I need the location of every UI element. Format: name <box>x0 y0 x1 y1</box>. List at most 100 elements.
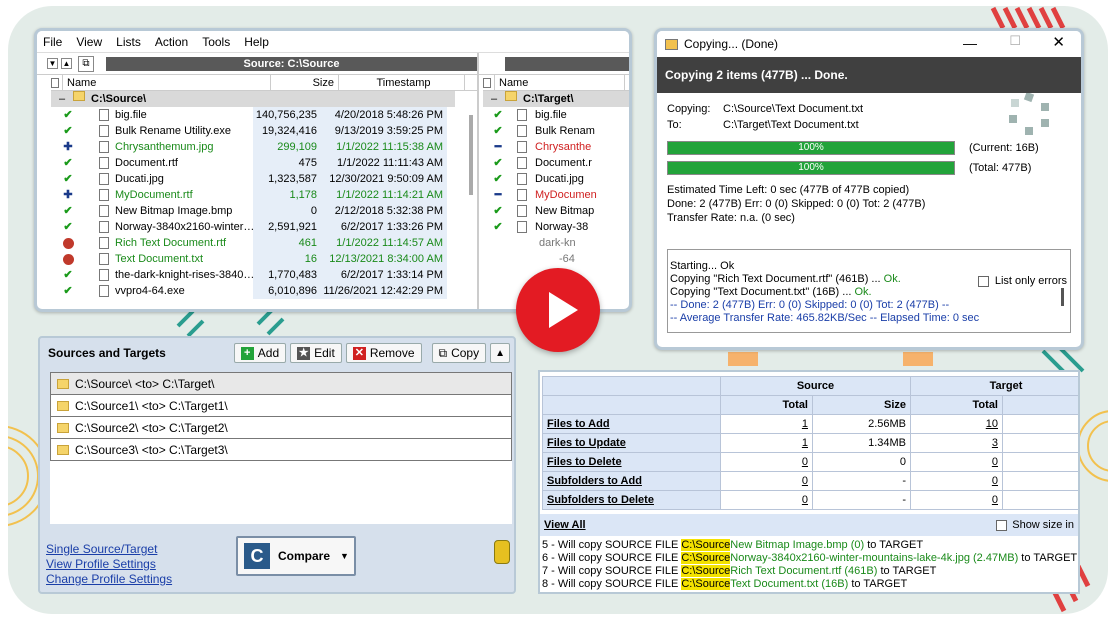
file-row[interactable]: ✔ big.file 140,756,235 4/20/2018 5:48:26 PM <box>37 107 477 123</box>
menu-action[interactable]: Action <box>155 35 188 49</box>
file-size: 1,178 <box>253 187 321 203</box>
target-extra-cell <box>1002 490 1078 510</box>
file-row[interactable]: ✔ vvpro4-64.exe 6,010,896 11/26/2021 12:42:… <box>37 283 477 299</box>
file-name: Document.rtf <box>115 157 178 169</box>
target-total-cell[interactable]: 0 <box>910 471 1003 491</box>
target-total-cell[interactable]: 0 <box>910 452 1003 472</box>
target-file-name: big.file <box>535 109 567 121</box>
log-prefix: 5 - Will copy SOURCE FILE <box>542 539 682 551</box>
column-timestamp[interactable]: Timestamp <box>339 75 465 90</box>
single-source-link[interactable]: Single Source/Target <box>46 542 172 557</box>
file-row[interactable]: ✚ MyDocument.rtf 1,178 1/1/2022 11:14:21 AM <box>37 187 477 203</box>
log-scrollbar[interactable] <box>1061 288 1064 306</box>
summary-row-label[interactable]: Files to Delete <box>542 452 721 472</box>
check-icon: ✔ <box>493 205 503 217</box>
file-row[interactable]: ✚ Chrysanthemum.jpg 299,109 1/1/2022 11:15:… <box>37 139 477 155</box>
summary-row-label[interactable]: Files to Update <box>542 433 721 453</box>
target-row-partial-last[interactable]: -64 <box>559 251 629 267</box>
close-icon[interactable]: ✕ <box>1052 33 1065 51</box>
edit-button[interactable]: ★ Edit <box>290 343 342 363</box>
root-folder-row[interactable]: – C:\Source\ <box>51 91 455 107</box>
menu-help[interactable]: Help <box>244 35 269 49</box>
collapse-icon[interactable]: – <box>483 91 505 107</box>
profile-item[interactable]: C:\Source3\ <to> C:\Target3\ <box>50 439 512 461</box>
maximize-icon[interactable]: ☐ <box>1009 33 1021 49</box>
target-file-row[interactable]: ✔ Bulk Renam <box>479 123 629 139</box>
target-file-name: Chrysanthe <box>535 141 592 153</box>
file-icon <box>51 78 59 89</box>
copy-log-line: -- Average Transfer Rate: 465.82KB/Sec -… <box>670 312 1066 325</box>
remove-button[interactable]: ✕ Remove <box>345 343 422 363</box>
collapse-panel-button[interactable]: ▲ <box>490 343 510 363</box>
to-value: C:\Target\Text Document.txt <box>723 119 859 131</box>
target-column-name[interactable]: Name <box>495 75 625 90</box>
file-icon <box>99 267 113 283</box>
profile-icon[interactable]: ⧉ <box>78 55 94 72</box>
copy-button[interactable]: ⧉ Copy <box>431 343 487 363</box>
target-total-cell[interactable]: 10 <box>910 414 1003 434</box>
collapse-icon[interactable]: – <box>51 91 73 107</box>
summary-row-label[interactable]: Subfolders to Add <box>542 471 721 491</box>
file-row[interactable]: Rich Text Document.rtf 461 1/1/2022 11:14:… <box>37 235 477 251</box>
menu-lists[interactable]: Lists <box>116 35 141 49</box>
minimize-icon[interactable]: — <box>963 35 977 51</box>
play-button[interactable] <box>516 268 600 352</box>
menu-view[interactable]: View <box>76 35 102 49</box>
compare-dropdown-icon[interactable]: ▼ <box>340 551 349 561</box>
menu-file[interactable]: File <box>43 35 62 49</box>
add-button[interactable]: + Add <box>233 343 287 363</box>
check-icon: ✔ <box>63 173 73 185</box>
check-icon: ✔ <box>493 125 503 137</box>
file-row[interactable]: ✔ Ducati.jpg 1,323,587 12/30/2021 9:50:09 A… <box>37 171 477 187</box>
column-name[interactable]: Name <box>63 75 271 90</box>
target-file-row[interactable]: ✔ Document.r <box>479 155 629 171</box>
source-total-cell[interactable]: 1 <box>720 433 813 453</box>
target-row-partial[interactable]: dark-kn <box>539 235 629 251</box>
target-file-row[interactable]: ━ Chrysanthe <box>479 139 629 155</box>
action-log-line: 5 - Will copy SOURCE FILE C:\SourceNew B… <box>542 539 1076 552</box>
view-profile-settings-link[interactable]: View Profile Settings <box>46 557 172 572</box>
target-total-cell[interactable]: 0 <box>910 490 1003 510</box>
source-total-cell[interactable]: 1 <box>720 414 813 434</box>
profile-item[interactable]: C:\Source2\ <to> C:\Target2\ <box>50 417 512 439</box>
column-size[interactable]: Size <box>271 75 339 90</box>
source-total-cell[interactable]: 0 <box>720 490 813 510</box>
collapse-up-icon[interactable]: ▲ <box>61 58 72 69</box>
log-file: Rich Text Document.rtf (461B) <box>730 565 878 577</box>
file-row[interactable]: ✔ New Bitmap Image.bmp 0 2/12/2018 5:32:38 … <box>37 203 477 219</box>
scrollbar[interactable] <box>469 115 473 195</box>
target-file-row[interactable]: ✔ big.file <box>479 107 629 123</box>
target-file-row[interactable]: ✔ Norway-38 <box>479 219 629 235</box>
show-size-checkbox[interactable] <box>996 519 1008 531</box>
log-prefix: 6 - Will copy SOURCE FILE <box>542 552 682 564</box>
edit-icon: ★ <box>297 346 311 360</box>
profiles-panel: Sources and Targets + Add ★ Edit ✕ Remove ⧉… <box>38 336 516 594</box>
edit-button-label: Edit <box>314 346 335 360</box>
file-row[interactable]: ✔ Document.rtf 475 1/1/2022 11:11:43 AM <box>37 155 477 171</box>
target-root-row[interactable]: – C:\Target\ <box>483 91 629 107</box>
current-progress-text: 100% <box>798 142 824 153</box>
source-total-cell[interactable]: 0 <box>720 452 813 472</box>
view-all-link[interactable]: View All <box>544 519 586 531</box>
change-profile-settings-link[interactable]: Change Profile Settings <box>46 572 172 587</box>
compare-button[interactable]: C Compare ▼ <box>236 536 356 576</box>
menu-tools[interactable]: Tools <box>202 35 230 49</box>
profile-item[interactable]: C:\Source1\ <to> C:\Target1\ <box>50 395 512 417</box>
file-row[interactable]: ✔ Norway-3840x2160-winter… 2,591,921 6/2/20… <box>37 219 477 235</box>
file-row[interactable]: ✔ the-dark-knight-rises-3840… 1,770,483 6/2… <box>37 267 477 283</box>
file-name: vvpro4-64.exe <box>115 285 185 297</box>
profile-item[interactable]: C:\Source\ <to> C:\Target\ <box>50 373 512 395</box>
file-icon <box>517 107 531 123</box>
collapse-down-icon[interactable]: ▼ <box>47 58 58 69</box>
file-row[interactable]: Text Document.txt 16 12/13/2021 8:34:00 AM <box>37 251 477 267</box>
action-log-line: 8 - Will copy SOURCE FILE C:\SourceText … <box>542 578 1076 591</box>
file-row[interactable]: ✔ Bulk Rename Utility.exe 19,324,416 9/13/2… <box>37 123 477 139</box>
summary-row-label[interactable]: Subfolders to Delete <box>542 490 721 510</box>
source-total-cell[interactable]: 0 <box>720 471 813 491</box>
target-file-row[interactable]: ━ MyDocumen <box>479 187 629 203</box>
folder-icon <box>57 444 69 455</box>
target-total-cell[interactable]: 3 <box>910 433 1003 453</box>
summary-row-label[interactable]: Files to Add <box>542 414 721 434</box>
target-file-row[interactable]: ✔ Ducati.jpg <box>479 171 629 187</box>
target-file-row[interactable]: ✔ New Bitmap <box>479 203 629 219</box>
